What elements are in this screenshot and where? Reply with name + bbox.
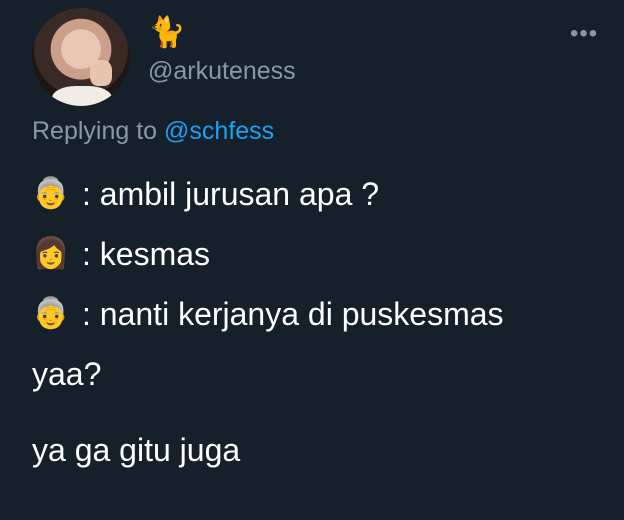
avatar-hand [90,60,112,86]
tweet-line-wrap: yaa? [32,356,102,392]
older-woman-emoji-icon: 👵 [32,297,70,330]
avatar-shirt [52,86,112,106]
tweet-line-text: : kesmas [82,236,211,272]
tweet-line: 👵 : nanti kerjanya di puskesmas [32,284,602,344]
user-handle[interactable]: @arkuteness [148,56,296,86]
display-name[interactable]: 🐈 [148,16,185,50]
tweet-line: 👩 : kesmas [32,224,602,284]
replying-to-label: Replying to [32,117,158,145]
tweet-line: 👵 : ambil jurusan apa ? [32,164,602,224]
woman-emoji-icon: 👩 [32,237,70,270]
tweet-body: 👵 : ambil jurusan apa ? 👩 : kesmas 👵 : n… [32,164,602,480]
reply-mention-link[interactable]: @schfess [164,117,274,145]
tweet-line-text: : ambil jurusan apa ? [82,176,380,212]
more-options-icon[interactable]: ••• [570,22,598,46]
tweet-answer: ya ga gitu juga [32,432,241,468]
avatar[interactable] [32,8,130,106]
tweet: 🐈 @arkuteness ••• Replying to @schfess 👵… [0,0,624,520]
tweet-line-text: : nanti kerjanya di puskesmas [82,296,504,332]
older-woman-emoji-icon: 👵 [32,177,70,210]
replying-to: Replying to @schfess [32,116,274,146]
